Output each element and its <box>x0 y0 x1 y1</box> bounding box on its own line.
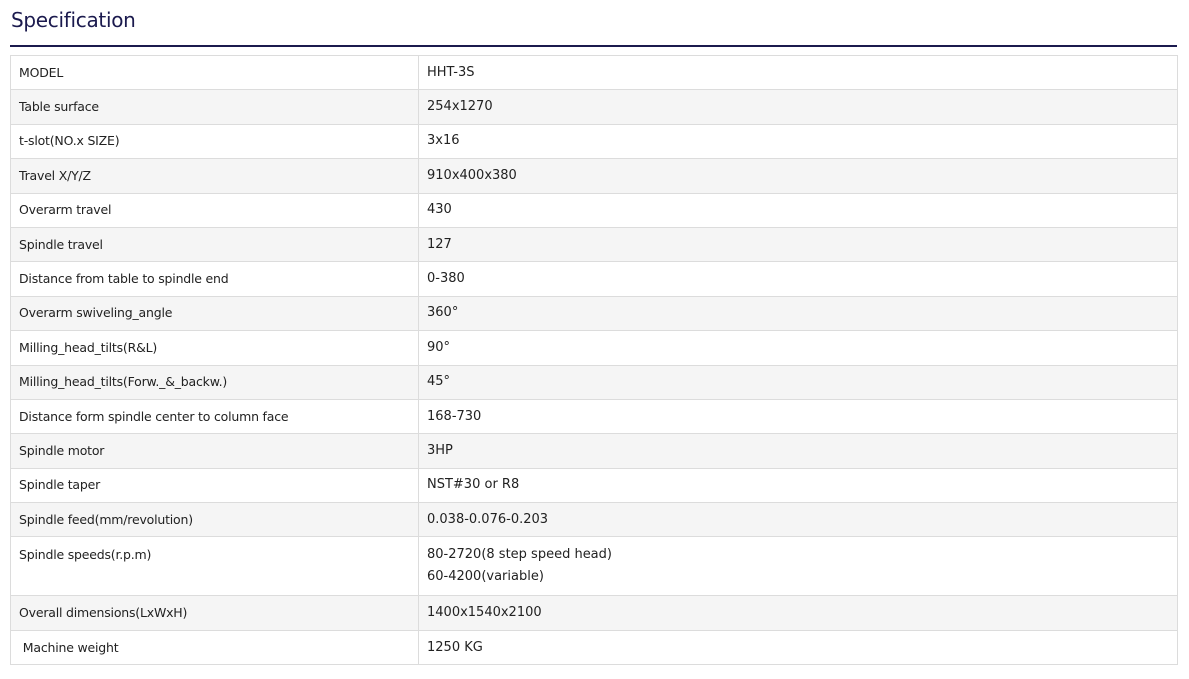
table-row: Overall dimensions(LxWxH) 1400x1540x2100 <box>10 595 1178 631</box>
spec-label: Machine weight <box>10 629 419 666</box>
spec-value: 910x400x380 <box>418 158 1178 194</box>
table-row: Spindle travel 127 <box>10 226 1178 263</box>
spec-value: 127 <box>418 226 1178 263</box>
table-row: Machine weight 1250 KG <box>10 629 1178 666</box>
spec-label: t-slot(NO.x SIZE) <box>10 123 419 160</box>
table-row: Milling_head_tilts(R&L) 90° <box>10 330 1178 366</box>
spec-label: Overall dimensions(LxWxH) <box>10 595 419 631</box>
spec-value: NST#30 or R8 <box>418 467 1178 504</box>
table-row: Milling_head_tilts(Forw._&_backw.) 45° <box>10 364 1178 400</box>
spec-label: Spindle taper <box>10 467 419 504</box>
section-title: Specification <box>11 8 136 32</box>
spec-label: Milling_head_tilts(R&L) <box>10 330 419 366</box>
spec-value: 360° <box>418 295 1178 332</box>
title-divider <box>10 45 1177 47</box>
table-row: Spindle feed(mm/revolution) 0.038-0.076-… <box>10 502 1178 538</box>
spec-label: Overarm travel <box>10 192 419 228</box>
spec-value: 1250 KG <box>418 629 1178 666</box>
spec-value: 1400x1540x2100 <box>418 595 1178 631</box>
spec-value-line: 80-2720(8 step speed head) <box>427 547 612 563</box>
spec-value: 45° <box>418 364 1178 400</box>
table-row: Spindle taper NST#30 or R8 <box>10 467 1178 504</box>
table-row: Overarm swiveling_angle 360° <box>10 295 1178 332</box>
spec-label: Distance from table to spindle end <box>10 261 419 297</box>
spec-label: Travel X/Y/Z <box>10 158 419 194</box>
spec-value: 80-2720(8 step speed head) 60-4200(varia… <box>418 536 1178 597</box>
spec-value: 3HP <box>418 433 1178 469</box>
spec-value: 430 <box>418 192 1178 228</box>
table-row: Travel X/Y/Z 910x400x380 <box>10 158 1178 194</box>
spec-label: Spindle motor <box>10 433 419 469</box>
spec-label: Overarm swiveling_angle <box>10 295 419 332</box>
spec-label: Spindle speeds(r.p.m) <box>10 536 419 597</box>
spec-label: Table surface <box>10 89 419 125</box>
spec-value: 90° <box>418 330 1178 366</box>
spec-value-line: 60-4200(variable) <box>427 569 544 585</box>
table-row: MODEL HHT-3S <box>10 54 1178 91</box>
table-row: Distance form spindle center to column f… <box>10 398 1178 435</box>
spec-value: HHT-3S <box>418 54 1178 91</box>
table-row: Overarm travel 430 <box>10 192 1178 228</box>
spec-label: MODEL <box>10 54 419 91</box>
spec-value: 168-730 <box>418 398 1178 435</box>
spec-value: 0.038-0.076-0.203 <box>418 502 1178 538</box>
table-row: Spindle speeds(r.p.m) 80-2720(8 step spe… <box>10 536 1178 597</box>
spec-value: 254x1270 <box>418 89 1178 125</box>
table-row: Table surface 254x1270 <box>10 89 1178 125</box>
spec-label: Milling_head_tilts(Forw._&_backw.) <box>10 364 419 400</box>
spec-value: 0-380 <box>418 261 1178 297</box>
spec-label: Distance form spindle center to column f… <box>10 398 419 435</box>
spec-label: Spindle travel <box>10 226 419 263</box>
table-row: Distance from table to spindle end 0-380 <box>10 261 1178 297</box>
table-row: Spindle motor 3HP <box>10 433 1178 469</box>
spec-table: MODEL HHT-3S Table surface 254x1270 t-sl… <box>10 54 1178 666</box>
spec-page: Specification MODEL HHT-3S Table surface… <box>0 0 1189 679</box>
spec-value: 3x16 <box>418 123 1178 160</box>
table-row: t-slot(NO.x SIZE) 3x16 <box>10 123 1178 160</box>
spec-label: Spindle feed(mm/revolution) <box>10 502 419 538</box>
